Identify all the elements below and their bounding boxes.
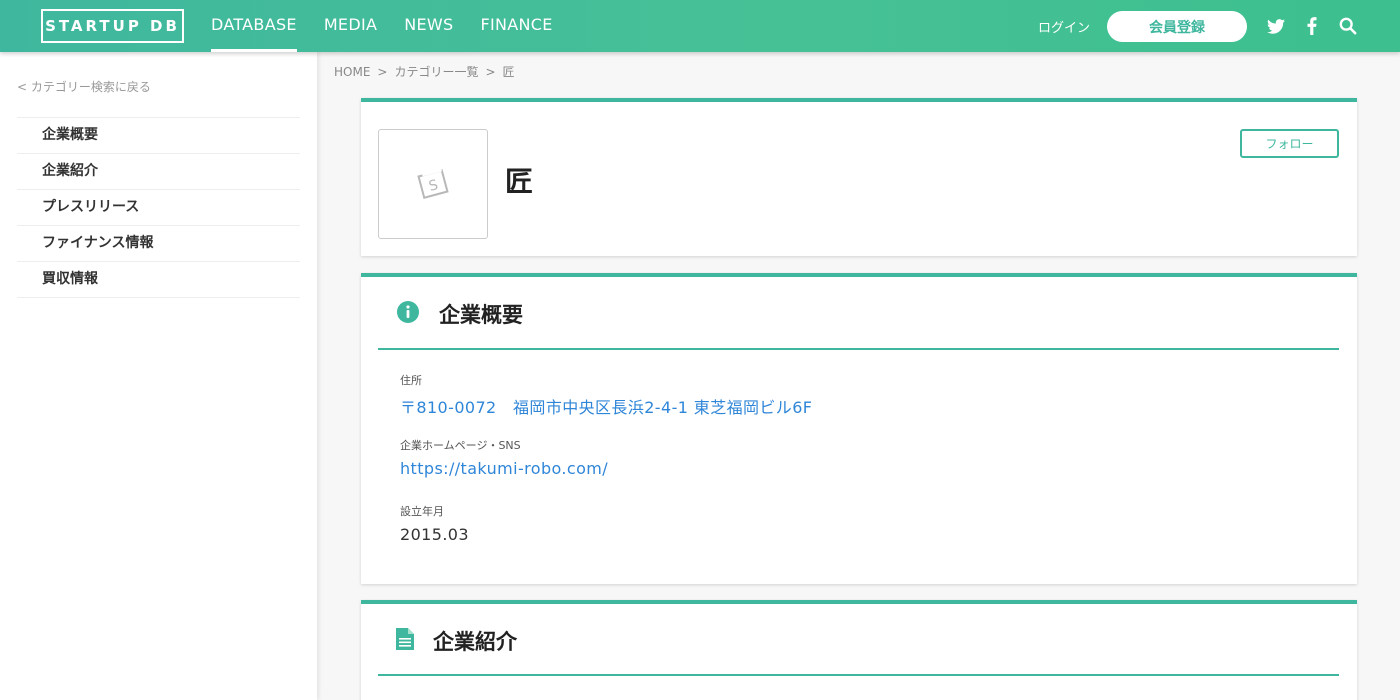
info-icon	[397, 301, 419, 323]
homepage-link[interactable]: https://takumi-robo.com/	[400, 459, 608, 478]
company-header-card: S 匠 フォロー	[361, 98, 1357, 256]
nav-finance[interactable]: FINANCE	[480, 0, 552, 52]
follow-button[interactable]: フォロー	[1240, 129, 1339, 158]
sidebar-menu: 企業概要 企業紹介 プレスリリース ファイナンス情報 買収情報	[17, 117, 300, 298]
breadcrumb-separator: >	[485, 65, 496, 79]
company-name: 匠	[505, 165, 534, 198]
sidebar-item-acquisition[interactable]: 買収情報	[17, 262, 300, 298]
twitter-icon[interactable]	[1265, 15, 1287, 37]
company-overview-card: 企業概要 住所 〒810-0072 福岡市中央区長浜2-4-1 東芝福岡ビル6F…	[361, 273, 1357, 584]
address-value[interactable]: 〒810-0072 福岡市中央区長浜2-4-1 東芝福岡ビル6F	[400, 394, 812, 418]
document-icon	[396, 628, 414, 650]
search-icon[interactable]	[1337, 15, 1359, 37]
sidebar: < カテゴリー検索に戻る 企業概要 企業紹介 プレスリリース ファイナンス情報 …	[0, 52, 317, 700]
login-link[interactable]: ログイン	[1038, 17, 1090, 36]
homepage-label: 企業ホームページ・SNS	[400, 439, 521, 452]
facebook-icon[interactable]	[1301, 15, 1323, 37]
founded-label: 設立年月	[400, 505, 444, 518]
sidebar-item-finance[interactable]: ファイナンス情報	[17, 226, 300, 262]
overview-title: 企業概要	[439, 303, 523, 327]
company-intro-card: 企業紹介	[361, 600, 1357, 700]
overview-section-header: 企業概要	[378, 277, 1339, 350]
nav-database[interactable]: DATABASE	[211, 0, 297, 52]
intro-section-header: 企業紹介	[378, 604, 1339, 676]
founded-value: 2015.03	[400, 525, 469, 544]
intro-title: 企業紹介	[433, 630, 517, 654]
sidebar-item-press-release[interactable]: プレスリリース	[17, 190, 300, 226]
placeholder-s-icon: S	[417, 167, 449, 199]
register-button[interactable]: 会員登録	[1107, 11, 1247, 42]
sidebar-item-overview[interactable]: 企業概要	[17, 118, 300, 154]
svg-text:S: S	[427, 177, 440, 195]
top-navigation-bar: STARTUP DB DATABASE MEDIA NEWS FINANCE ロ…	[0, 0, 1400, 52]
breadcrumb-current: 匠	[502, 65, 515, 79]
nav-media[interactable]: MEDIA	[324, 0, 377, 52]
main-nav: DATABASE MEDIA NEWS FINANCE	[211, 0, 580, 52]
nav-news[interactable]: NEWS	[404, 0, 453, 52]
breadcrumb-home[interactable]: HOME	[334, 65, 370, 79]
sidebar-item-introduction[interactable]: 企業紹介	[17, 154, 300, 190]
breadcrumb: HOME > カテゴリー一覧 > 匠	[334, 63, 515, 80]
breadcrumb-category-list[interactable]: カテゴリー一覧	[394, 65, 478, 79]
address-label: 住所	[400, 374, 422, 387]
company-logo-placeholder: S	[378, 129, 488, 239]
startup-db-logo[interactable]: STARTUP DB	[41, 9, 184, 43]
breadcrumb-separator: >	[377, 65, 388, 79]
back-to-category-search-link[interactable]: < カテゴリー検索に戻る	[17, 78, 151, 95]
